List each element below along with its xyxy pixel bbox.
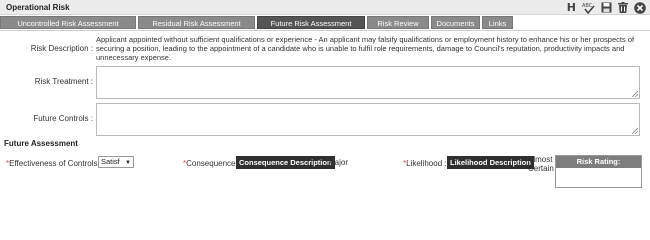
tab-divider	[0, 30, 650, 31]
consequence-label: *Consequence :	[183, 159, 240, 168]
window-title: Operational Risk	[6, 3, 70, 12]
risk-treatment-label: Risk Treatment :	[34, 77, 93, 86]
likelihood-value: Almost Certain	[528, 155, 554, 173]
window-toolbar: H ABC	[567, 1, 646, 14]
spellcheck-icon[interactable]: ABC	[582, 2, 595, 14]
help-icon[interactable]: H	[567, 1, 576, 14]
future-controls-textarea[interactable]	[96, 103, 640, 136]
consequence-label-text: Consequence :	[186, 159, 240, 168]
likelihood-label-text: Likelihood :	[406, 159, 447, 168]
tab-bar: Uncontrolled Risk Assessment Residual Ri…	[0, 15, 650, 30]
tab-residual-risk-assessment[interactable]: Residual Risk Assessment	[138, 16, 255, 29]
future-controls-label: Future Controls :	[33, 114, 93, 123]
resize-grip-icon[interactable]	[632, 128, 638, 134]
effectiveness-select[interactable]: Satisf ▼	[98, 156, 134, 168]
tab-links[interactable]: Links	[482, 16, 513, 29]
window-titlebar: Operational Risk H ABC	[0, 0, 650, 15]
consequence-description-button[interactable]: Consequence Description	[236, 156, 335, 169]
save-icon[interactable]	[601, 2, 612, 14]
future-assessment-title: Future Assessment	[4, 139, 78, 148]
likelihood-label: *Likelihood :	[403, 159, 447, 168]
risk-treatment-textarea[interactable]	[96, 66, 640, 99]
resize-grip-icon[interactable]	[632, 91, 638, 97]
effectiveness-value: Satisf	[101, 157, 120, 166]
risk-description-label: Risk Description :	[30, 44, 93, 53]
dropdown-arrow-icon: ▼	[125, 160, 131, 166]
risk-rating-header: Risk Rating:	[556, 156, 641, 168]
consequence-value: Major	[328, 158, 349, 167]
risk-description-text: Applicant appointed without sufficient q…	[96, 35, 635, 62]
tab-future-risk-assessment[interactable]: Future Risk Assessment	[257, 16, 365, 29]
effectiveness-label-text: Effectiveness of Controls :	[9, 159, 102, 168]
likelihood-description-button[interactable]: Likelihood Description	[447, 156, 534, 169]
delete-icon[interactable]	[618, 2, 628, 14]
effectiveness-label: *Effectiveness of Controls :	[6, 159, 102, 168]
risk-rating-box: Risk Rating:	[555, 155, 642, 188]
close-icon[interactable]	[634, 1, 646, 14]
tab-uncontrolled-risk-assessment[interactable]: Uncontrolled Risk Assessment	[0, 16, 136, 29]
tab-risk-review[interactable]: Risk Review	[367, 16, 429, 29]
tab-documents[interactable]: Documents	[431, 16, 480, 29]
